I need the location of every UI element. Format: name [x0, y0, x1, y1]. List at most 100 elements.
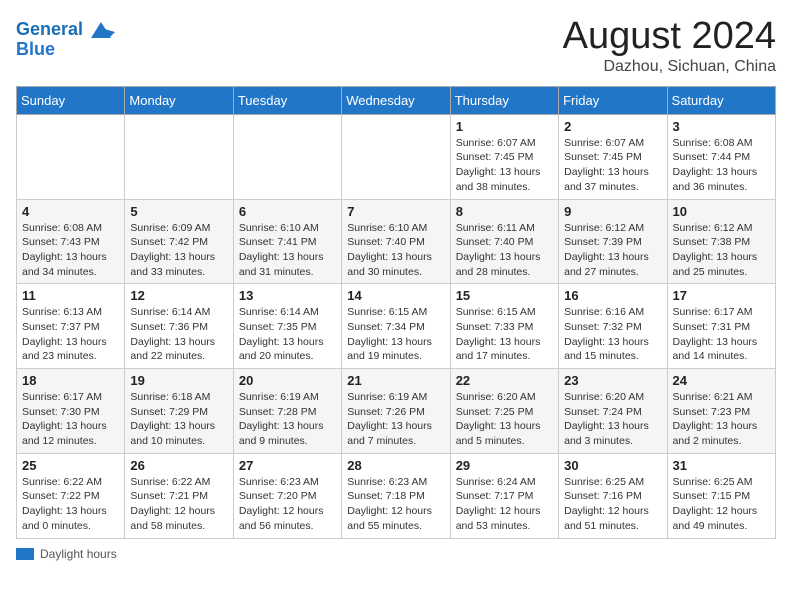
- logo: General Blue: [16, 16, 115, 60]
- day-info: Sunrise: 6:22 AMSunset: 7:21 PMDaylight:…: [130, 475, 227, 534]
- calendar-day-header: Tuesday: [233, 86, 341, 114]
- day-info: Sunrise: 6:21 AMSunset: 7:23 PMDaylight:…: [673, 390, 770, 449]
- day-info: Sunrise: 6:12 AMSunset: 7:39 PMDaylight:…: [564, 221, 661, 280]
- calendar-cell: 19 Sunrise: 6:18 AMSunset: 7:29 PMDayligh…: [125, 369, 233, 454]
- day-number: 22: [456, 373, 553, 388]
- day-number: 25: [22, 458, 119, 473]
- calendar-week-row: 1 Sunrise: 6:07 AMSunset: 7:45 PMDaylight…: [17, 114, 776, 199]
- calendar-day-header: Friday: [559, 86, 667, 114]
- day-number: 6: [239, 204, 336, 219]
- day-info: Sunrise: 6:13 AMSunset: 7:37 PMDaylight:…: [22, 305, 119, 364]
- calendar-cell: 21 Sunrise: 6:19 AMSunset: 7:26 PMDayligh…: [342, 369, 450, 454]
- day-info: Sunrise: 6:18 AMSunset: 7:29 PMDaylight:…: [130, 390, 227, 449]
- day-number: 28: [347, 458, 444, 473]
- day-info: Sunrise: 6:10 AMSunset: 7:40 PMDaylight:…: [347, 221, 444, 280]
- day-info: Sunrise: 6:19 AMSunset: 7:28 PMDaylight:…: [239, 390, 336, 449]
- calendar-cell: [17, 114, 125, 199]
- day-number: 5: [130, 204, 227, 219]
- day-info: Sunrise: 6:12 AMSunset: 7:38 PMDaylight:…: [673, 221, 770, 280]
- day-number: 19: [130, 373, 227, 388]
- calendar-day-header: Monday: [125, 86, 233, 114]
- day-info: Sunrise: 6:20 AMSunset: 7:24 PMDaylight:…: [564, 390, 661, 449]
- day-number: 9: [564, 204, 661, 219]
- subtitle: Dazhou, Sichuan, China: [563, 58, 776, 76]
- day-info: Sunrise: 6:19 AMSunset: 7:26 PMDaylight:…: [347, 390, 444, 449]
- day-info: Sunrise: 6:15 AMSunset: 7:33 PMDaylight:…: [456, 305, 553, 364]
- daylight-bar-icon: [16, 548, 34, 560]
- calendar-week-row: 25 Sunrise: 6:22 AMSunset: 7:22 PMDayligh…: [17, 453, 776, 538]
- day-number: 21: [347, 373, 444, 388]
- day-info: Sunrise: 6:14 AMSunset: 7:35 PMDaylight:…: [239, 305, 336, 364]
- calendar-cell: 20 Sunrise: 6:19 AMSunset: 7:28 PMDayligh…: [233, 369, 341, 454]
- day-number: 10: [673, 204, 770, 219]
- day-info: Sunrise: 6:17 AMSunset: 7:31 PMDaylight:…: [673, 305, 770, 364]
- calendar-cell: 8 Sunrise: 6:11 AMSunset: 7:40 PMDaylight…: [450, 199, 558, 284]
- calendar-cell: 5Sunrise: 6:09 AMSunset: 7:42 PMDaylight…: [125, 199, 233, 284]
- calendar-cell: 16 Sunrise: 6:16 AMSunset: 7:32 PMDayligh…: [559, 284, 667, 369]
- day-number: 11: [22, 288, 119, 303]
- calendar-cell: [125, 114, 233, 199]
- calendar-cell: 7 Sunrise: 6:10 AMSunset: 7:40 PMDaylight…: [342, 199, 450, 284]
- calendar-cell: 30Sunrise: 6:25 AMSunset: 7:16 PMDayligh…: [559, 453, 667, 538]
- calendar-cell: 15 Sunrise: 6:15 AMSunset: 7:33 PMDayligh…: [450, 284, 558, 369]
- calendar-cell: 3 Sunrise: 6:08 AMSunset: 7:44 PMDaylight…: [667, 114, 775, 199]
- calendar-cell: 29Sunrise: 6:24 AMSunset: 7:17 PMDayligh…: [450, 453, 558, 538]
- calendar-day-header: Thursday: [450, 86, 558, 114]
- day-info: Sunrise: 6:15 AMSunset: 7:34 PMDaylight:…: [347, 305, 444, 364]
- calendar-cell: 18Sunrise: 6:17 AMSunset: 7:30 PMDayligh…: [17, 369, 125, 454]
- day-number: 1: [456, 119, 553, 134]
- day-info: Sunrise: 6:08 AMSunset: 7:44 PMDaylight:…: [673, 136, 770, 195]
- day-info: Sunrise: 6:22 AMSunset: 7:22 PMDaylight:…: [22, 475, 119, 534]
- day-number: 27: [239, 458, 336, 473]
- calendar-week-row: 18Sunrise: 6:17 AMSunset: 7:30 PMDayligh…: [17, 369, 776, 454]
- calendar-cell: 2 Sunrise: 6:07 AMSunset: 7:45 PMDaylight…: [559, 114, 667, 199]
- logo-text: General: [16, 20, 83, 40]
- day-info: Sunrise: 6:16 AMSunset: 7:32 PMDaylight:…: [564, 305, 661, 364]
- day-info: Sunrise: 6:23 AMSunset: 7:20 PMDaylight:…: [239, 475, 336, 534]
- calendar-cell: [342, 114, 450, 199]
- day-info: Sunrise: 6:07 AMSunset: 7:45 PMDaylight:…: [456, 136, 553, 195]
- day-number: 4: [22, 204, 119, 219]
- calendar-table: SundayMondayTuesdayWednesdayThursdayFrid…: [16, 86, 776, 539]
- calendar-cell: 14 Sunrise: 6:15 AMSunset: 7:34 PMDayligh…: [342, 284, 450, 369]
- day-number: 17: [673, 288, 770, 303]
- day-number: 7: [347, 204, 444, 219]
- day-info: Sunrise: 6:08 AMSunset: 7:43 PMDaylight:…: [22, 221, 119, 280]
- day-info: Sunrise: 6:11 AMSunset: 7:40 PMDaylight:…: [456, 221, 553, 280]
- day-number: 29: [456, 458, 553, 473]
- page-header: General Blue August 2024 Dazhou, Sichuan…: [16, 16, 776, 76]
- calendar-cell: 26Sunrise: 6:22 AMSunset: 7:21 PMDayligh…: [125, 453, 233, 538]
- calendar-cell: 22 Sunrise: 6:20 AMSunset: 7:25 PMDayligh…: [450, 369, 558, 454]
- main-title: August 2024: [563, 16, 776, 58]
- calendar-cell: 28 Sunrise: 6:23 AMSunset: 7:18 PMDayligh…: [342, 453, 450, 538]
- calendar-cell: 1 Sunrise: 6:07 AMSunset: 7:45 PMDaylight…: [450, 114, 558, 199]
- calendar-cell: 6Sunrise: 6:10 AMSunset: 7:41 PMDaylight…: [233, 199, 341, 284]
- daylight-label: Daylight hours: [40, 547, 117, 561]
- calendar-cell: 23 Sunrise: 6:20 AMSunset: 7:24 PMDayligh…: [559, 369, 667, 454]
- day-number: 31: [673, 458, 770, 473]
- day-number: 2: [564, 119, 661, 134]
- calendar-cell: 10 Sunrise: 6:12 AMSunset: 7:38 PMDayligh…: [667, 199, 775, 284]
- calendar-cell: 13 Sunrise: 6:14 AMSunset: 7:35 PMDayligh…: [233, 284, 341, 369]
- day-number: 12: [130, 288, 227, 303]
- day-info: Sunrise: 6:23 AMSunset: 7:18 PMDaylight:…: [347, 475, 444, 534]
- calendar-cell: 27 Sunrise: 6:23 AMSunset: 7:20 PMDayligh…: [233, 453, 341, 538]
- day-number: 8: [456, 204, 553, 219]
- day-number: 16: [564, 288, 661, 303]
- calendar-day-header: Saturday: [667, 86, 775, 114]
- day-info: Sunrise: 6:20 AMSunset: 7:25 PMDaylight:…: [456, 390, 553, 449]
- day-number: 15: [456, 288, 553, 303]
- day-number: 23: [564, 373, 661, 388]
- day-number: 3: [673, 119, 770, 134]
- day-number: 20: [239, 373, 336, 388]
- day-number: 13: [239, 288, 336, 303]
- calendar-cell: 24Sunrise: 6:21 AMSunset: 7:23 PMDayligh…: [667, 369, 775, 454]
- day-info: Sunrise: 6:07 AMSunset: 7:45 PMDaylight:…: [564, 136, 661, 195]
- calendar-day-header: Sunday: [17, 86, 125, 114]
- calendar-cell: 25 Sunrise: 6:22 AMSunset: 7:22 PMDayligh…: [17, 453, 125, 538]
- day-number: 14: [347, 288, 444, 303]
- day-info: Sunrise: 6:25 AMSunset: 7:15 PMDaylight:…: [673, 475, 770, 534]
- calendar-cell: 17 Sunrise: 6:17 AMSunset: 7:31 PMDayligh…: [667, 284, 775, 369]
- calendar-cell: 11 Sunrise: 6:13 AMSunset: 7:37 PMDayligh…: [17, 284, 125, 369]
- calendar-header-row: SundayMondayTuesdayWednesdayThursdayFrid…: [17, 86, 776, 114]
